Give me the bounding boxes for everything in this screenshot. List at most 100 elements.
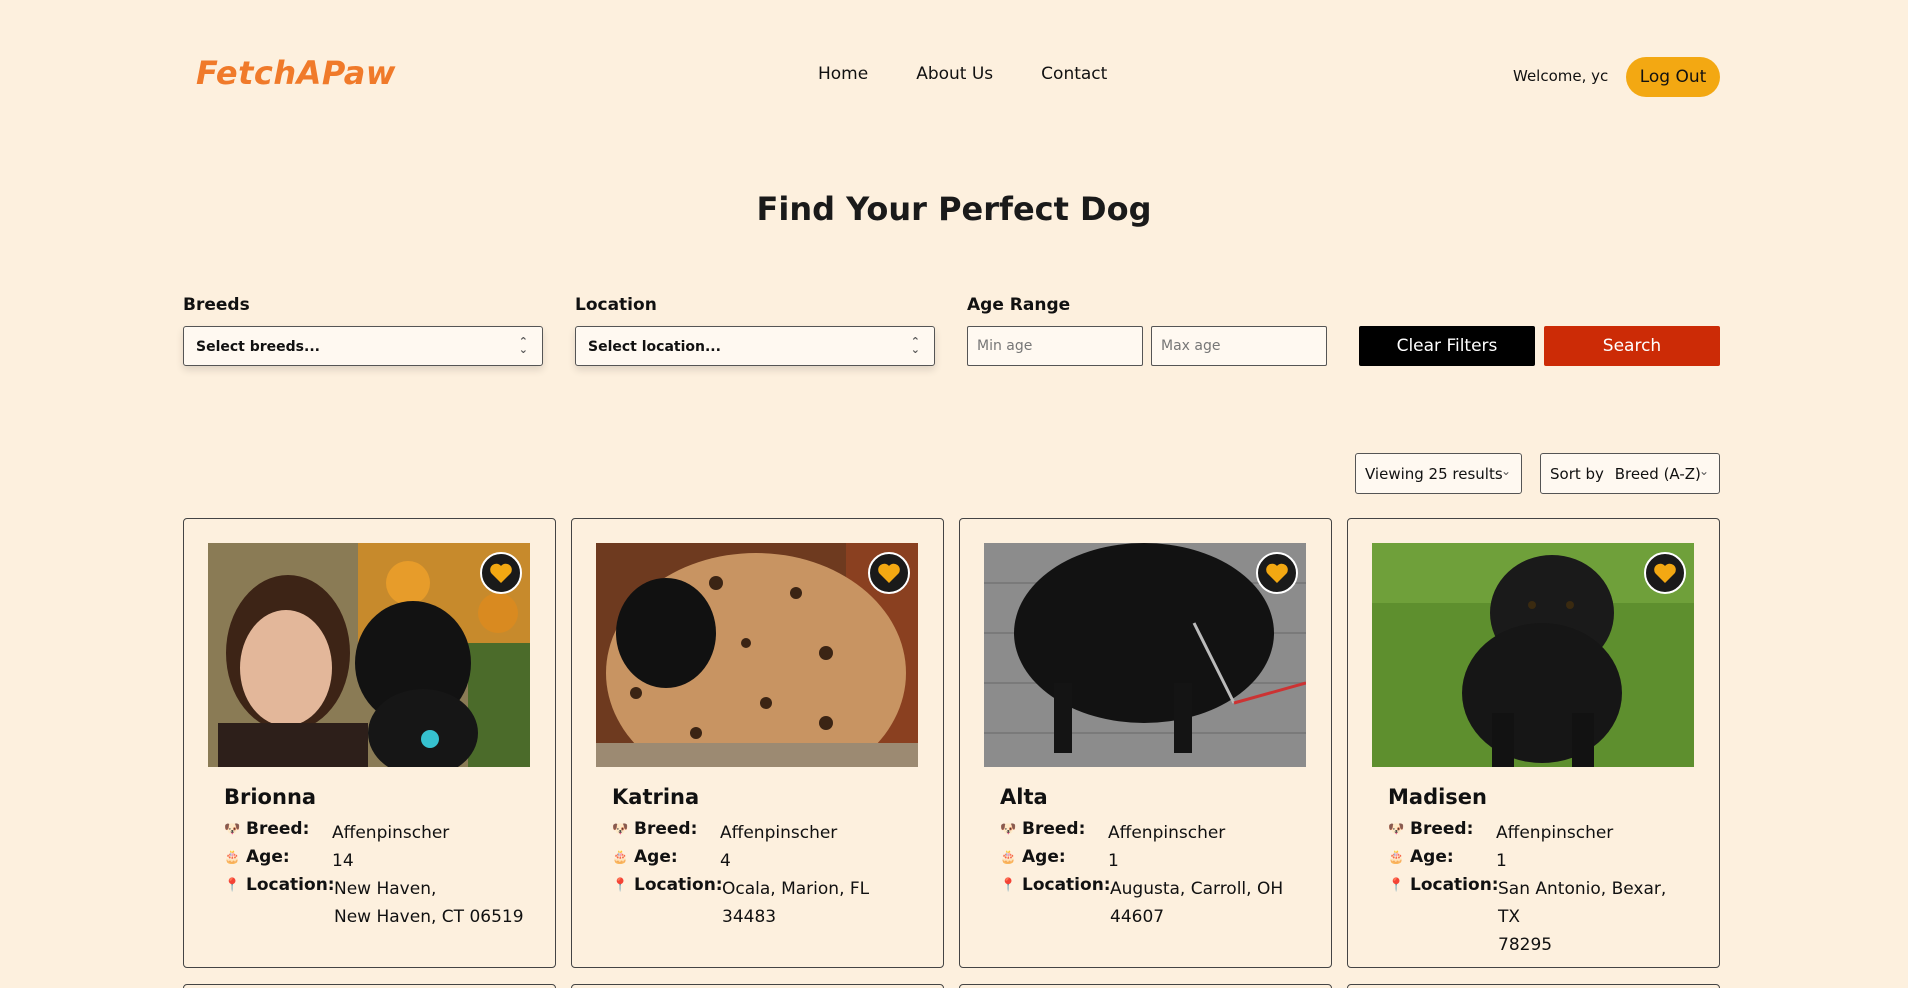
cake-icon: 🎂 [1388, 850, 1405, 865]
age-label: Age: [634, 847, 678, 867]
dog-card[interactable]: Alta 🐶 Breed: Affenpinscher 🎂 Age: 1 📍 L… [959, 518, 1332, 968]
age-label: Age: [1410, 847, 1454, 867]
dog-name: Brionna [224, 785, 317, 809]
dog-card[interactable] [959, 984, 1332, 988]
age-value: 4 [720, 851, 731, 871]
sort-select[interactable]: Sort by Breed (A-Z) ⌄ [1540, 453, 1720, 494]
location-row: 📍 Location: New Haven, New Haven, CT 0651… [224, 875, 524, 931]
search-button[interactable]: Search [1544, 326, 1720, 366]
dog-card[interactable]: Madisen 🐶 Breed: Affenpinscher 🎂 Age: 1 … [1347, 518, 1720, 968]
breed-label: Breed: [246, 819, 310, 839]
breed-row: 🐶 Breed: Affenpinscher [224, 819, 522, 847]
age-row: 🎂 Age: 1 [1388, 847, 1686, 875]
dog-card[interactable] [183, 984, 556, 988]
nav-home-link[interactable]: Home [818, 64, 868, 84]
min-age-input[interactable] [967, 326, 1143, 366]
location-label: Location: [1022, 875, 1111, 895]
logout-button[interactable]: Log Out [1626, 57, 1720, 97]
dog-card[interactable] [571, 984, 944, 988]
sort-updown-icon: ⌃ ⌄ [518, 335, 528, 356]
age-value: 14 [332, 851, 354, 871]
dog-face-icon: 🐶 [1000, 822, 1017, 837]
age-value: 1 [1496, 851, 1507, 871]
location-label: Location: [634, 875, 723, 895]
heart-icon [878, 563, 900, 583]
favorite-button[interactable] [1644, 552, 1686, 594]
chevron-down-icon: ⌄ [1500, 464, 1511, 478]
favorite-button[interactable] [868, 552, 910, 594]
dog-name: Katrina [612, 785, 700, 809]
chevron-down-icon: ⌄ [1698, 464, 1709, 478]
dog-card[interactable] [1347, 984, 1720, 988]
dog-photo [596, 543, 918, 767]
heart-icon [490, 563, 512, 583]
favorite-button[interactable] [1256, 552, 1298, 594]
age-value: 1 [1108, 851, 1119, 871]
breed-value: Affenpinscher [332, 823, 450, 843]
main-nav: Home About Us Contact [818, 64, 1107, 84]
map-pin-icon: 📍 [1000, 878, 1017, 893]
dog-photo [984, 543, 1306, 767]
sort-prefix: Sort by [1550, 465, 1604, 483]
breed-row: 🐶 Breed: Affenpinscher [1388, 819, 1686, 847]
dog-card[interactable]: Brionna 🐶 Breed: Affenpinscher 🎂 Age: 14… [183, 518, 556, 968]
age-row: 🎂 Age: 14 [224, 847, 522, 875]
breed-row: 🐶 Breed: Affenpinscher [1000, 819, 1298, 847]
location-label: Location [575, 295, 657, 315]
breeds-select-value: Select breeds... [196, 339, 320, 355]
map-pin-icon: 📍 [224, 878, 241, 893]
location-value: San Antonio, Bexar, TX 78295 [1498, 879, 1667, 955]
location-row: 📍 Location: Augusta, Carroll, OH 44607 [1000, 875, 1300, 931]
breed-label: Breed: [1410, 819, 1474, 839]
map-pin-icon: 📍 [1388, 878, 1405, 893]
results-per-page-select[interactable]: Viewing 25 results ⌄ [1355, 453, 1522, 494]
location-select[interactable]: Select location... ⌃ ⌄ [575, 326, 935, 366]
breed-label: Breed: [634, 819, 698, 839]
breed-label: Breed: [1022, 819, 1086, 839]
breed-row: 🐶 Breed: Affenpinscher [612, 819, 910, 847]
breed-value: Affenpinscher [1496, 823, 1614, 843]
location-value: Augusta, Carroll, OH 44607 [1110, 879, 1284, 927]
sort-updown-icon: ⌃ ⌄ [910, 335, 920, 356]
heart-icon [1654, 563, 1676, 583]
cake-icon: 🎂 [612, 850, 629, 865]
results-count-text: Viewing 25 results [1365, 465, 1503, 483]
dog-photo [1372, 543, 1694, 767]
dog-name: Alta [1000, 785, 1048, 809]
cake-icon: 🎂 [224, 850, 241, 865]
dog-face-icon: 🐶 [612, 822, 629, 837]
location-select-value: Select location... [588, 339, 721, 355]
dog-face-icon: 🐶 [1388, 822, 1405, 837]
max-age-input[interactable] [1151, 326, 1327, 366]
site-header: FetchAPaw Home About Us Contact Welcome,… [0, 0, 1908, 152]
location-row: 📍 Location: San Antonio, Bexar, TX 78295 [1388, 875, 1688, 959]
breed-value: Affenpinscher [1108, 823, 1226, 843]
page-title: Find Your Perfect Dog [756, 190, 1152, 228]
cake-icon: 🎂 [1000, 850, 1017, 865]
breed-value: Affenpinscher [720, 823, 838, 843]
heart-icon [1266, 563, 1288, 583]
dog-name: Madisen [1388, 785, 1487, 809]
location-label: Location: [1410, 875, 1499, 895]
age-label: Age: [1022, 847, 1066, 867]
map-pin-icon: 📍 [612, 878, 629, 893]
age-label: Age: [246, 847, 290, 867]
dog-card[interactable]: Katrina 🐶 Breed: Affenpinscher 🎂 Age: 4 … [571, 518, 944, 968]
age-row: 🎂 Age: 4 [612, 847, 910, 875]
breeds-label: Breeds [183, 295, 250, 315]
dog-photo [208, 543, 530, 767]
nav-about-link[interactable]: About Us [916, 64, 993, 84]
breeds-select[interactable]: Select breeds... ⌃ ⌄ [183, 326, 543, 366]
clear-filters-button[interactable]: Clear Filters [1359, 326, 1535, 366]
age-row: 🎂 Age: 1 [1000, 847, 1298, 875]
location-label: Location: [246, 875, 335, 895]
age-range-label: Age Range [967, 295, 1071, 315]
site-logo[interactable]: FetchAPaw [196, 54, 396, 92]
location-value: New Haven, New Haven, CT 06519 [334, 879, 524, 927]
location-value: Ocala, Marion, FL 34483 [722, 879, 870, 927]
nav-contact-link[interactable]: Contact [1041, 64, 1107, 84]
location-row: 📍 Location: Ocala, Marion, FL 34483 [612, 875, 912, 931]
favorite-button[interactable] [480, 552, 522, 594]
dog-face-icon: 🐶 [224, 822, 241, 837]
sort-value: Breed (A-Z) [1614, 465, 1701, 483]
